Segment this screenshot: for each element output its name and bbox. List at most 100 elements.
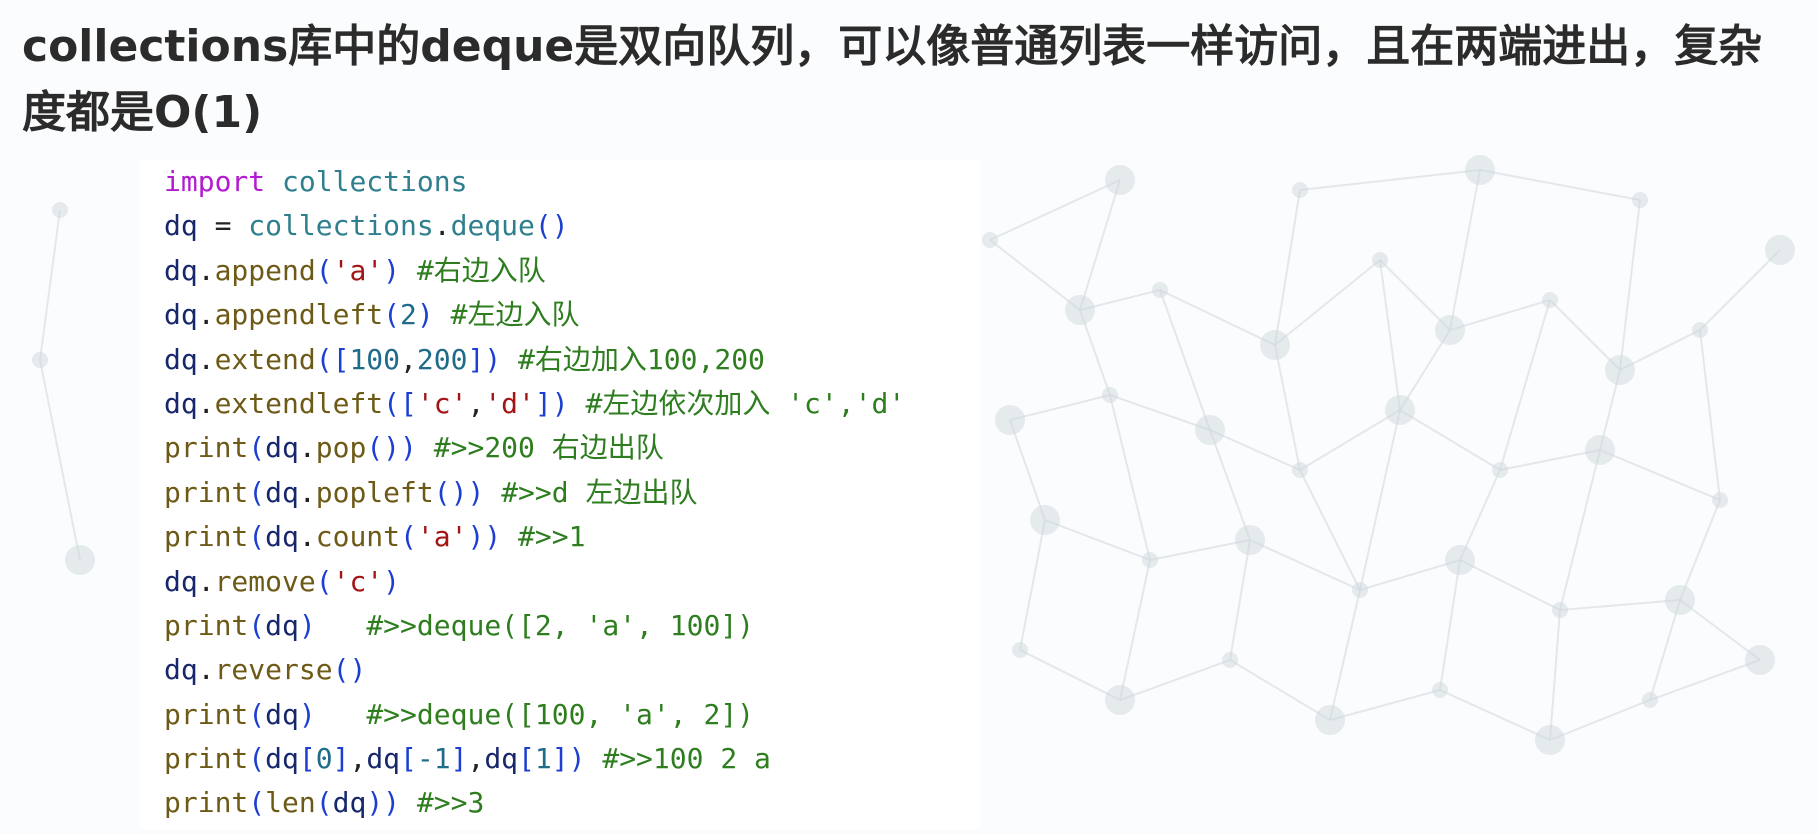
network-node: [1445, 545, 1475, 575]
network-node: [1012, 642, 1028, 658]
code-token: dq: [265, 742, 299, 776]
code-token: #>>3: [416, 786, 485, 820]
code-token: 100: [349, 342, 401, 376]
network-edge: [1299, 469, 1361, 591]
network-edge: [1019, 519, 1046, 651]
network-node: [1642, 692, 1658, 708]
network-node: [1432, 682, 1448, 698]
code-token: ,: [349, 742, 367, 776]
code-token: [: [298, 742, 316, 776]
network-node: [1385, 395, 1415, 425]
code-token: (: [248, 608, 266, 642]
code-token: dq: [164, 564, 198, 598]
code-token: .: [197, 564, 215, 598]
code-token: 'a': [416, 520, 468, 554]
network-edge: [1119, 559, 1151, 701]
network-node: [1222, 652, 1238, 668]
code-token: dq: [164, 653, 198, 687]
code-token: .: [197, 342, 215, 376]
network-edge: [1329, 589, 1361, 721]
network-node: [1152, 282, 1168, 298]
network-edge: [1549, 699, 1651, 741]
network-node: [52, 202, 68, 218]
code-token: count: [315, 520, 401, 554]
code-token: .: [197, 653, 215, 687]
network-edge: [1449, 169, 1481, 331]
network-node: [1535, 725, 1565, 755]
network-edge: [1499, 449, 1601, 471]
code-token: (: [315, 786, 333, 820]
code-token: collections: [248, 209, 434, 243]
code-line: dq.remove('c'): [164, 560, 905, 604]
code-token: (: [248, 742, 266, 776]
network-edge: [1044, 519, 1151, 561]
code-token: append: [214, 253, 316, 287]
code-token: dq: [164, 298, 198, 332]
network-node: [1372, 252, 1388, 268]
network-node: [1105, 165, 1135, 195]
code-token: (: [248, 475, 266, 509]
network-edge: [1274, 344, 1301, 471]
code-token: print: [164, 475, 249, 509]
network-edge: [1109, 394, 1151, 561]
code-token: #右边加入100,200: [518, 342, 765, 376]
network-edge: [1274, 189, 1301, 346]
code-token: print: [164, 431, 249, 465]
code-token: ): [383, 253, 401, 287]
code-token: .: [298, 520, 316, 554]
network-edge: [1619, 199, 1641, 371]
code-token: ,: [400, 342, 417, 376]
network-edge: [989, 239, 1081, 311]
code-token: 'c': [332, 564, 384, 598]
code-token: #>>100 2 a: [602, 742, 771, 776]
code-line: print(dq) #>>deque([100, 'a', 2]): [164, 693, 905, 737]
network-edge: [1149, 539, 1251, 561]
code-token: ([: [315, 342, 350, 376]
code-token: (: [315, 564, 333, 598]
network-edge: [1449, 299, 1551, 331]
code-token: (: [248, 786, 266, 820]
code-token: )): [366, 786, 401, 820]
network-edge: [1299, 169, 1481, 191]
code-line: dq.append('a') #右边入队: [164, 249, 905, 293]
code-token: dq: [332, 786, 367, 820]
code-line: print(dq[0],dq[-1],dq[1]) #>>100 2 a: [164, 737, 905, 781]
network-node: [1745, 645, 1775, 675]
code-token: ,: [467, 742, 485, 776]
code-token: dq: [164, 253, 198, 287]
network-edge: [1109, 394, 1211, 431]
network-node: [32, 352, 48, 368]
code-line: print(len(dq)) #>>3: [164, 781, 905, 825]
code-line: print(dq) #>>deque([2, 'a', 100]): [164, 604, 905, 648]
code-token: ]: [450, 742, 468, 776]
code-token: .: [197, 298, 215, 332]
code-block: import collections dq = collections.deque…: [164, 160, 905, 826]
code-token: print: [164, 697, 249, 731]
network-node: [1632, 192, 1648, 208]
code-token: 200: [416, 342, 468, 376]
network-edge: [1499, 299, 1551, 471]
network-edge: [1009, 419, 1046, 521]
code-token: (): [332, 653, 367, 687]
code-token: #>>200 右边出队: [433, 431, 664, 465]
network-edge: [1329, 689, 1441, 721]
code-token: (: [315, 253, 333, 287]
code-token: ]): [467, 342, 502, 376]
code-token: collections: [282, 165, 468, 198]
code-token: ): [416, 298, 434, 332]
code-token: (): [534, 209, 569, 243]
code-token: extendleft: [214, 386, 384, 420]
network-edge: [1479, 169, 1641, 201]
network-edge: [1019, 649, 1121, 701]
code-token: dq: [265, 520, 299, 554]
code-line: dq.extendleft(['c','d']) #左边依次加入 'c','d': [164, 382, 905, 426]
code-token: .: [298, 475, 316, 509]
code-token: .: [197, 253, 215, 287]
network-edge: [1009, 394, 1111, 421]
